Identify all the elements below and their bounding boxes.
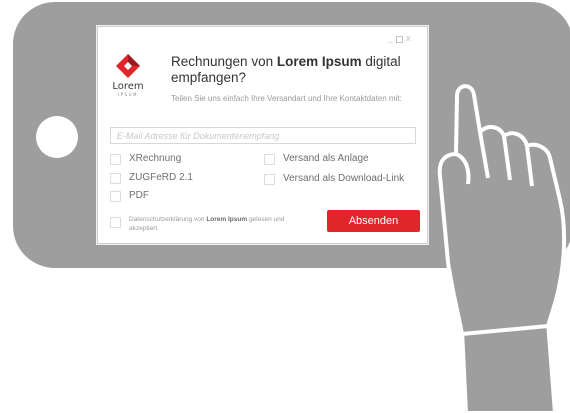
logo-name: Lorem: [112, 81, 144, 92]
brand-logo: Lorem IPSUM: [111, 53, 145, 97]
checkbox-pdf[interactable]: [110, 190, 121, 202]
scene: _ x Lorem IPSUM Rechnungen von Lorem Ips…: [0, 0, 570, 413]
checkbox-privacy[interactable]: [110, 217, 121, 228]
option-versand-anlage[interactable]: Versand als Anlage: [264, 153, 369, 165]
headline-brand: Lorem Ipsum: [276, 54, 362, 69]
checkbox-xrechnung[interactable]: [110, 153, 121, 165]
option-versand-download-link[interactable]: Versand als Download-Link: [264, 173, 404, 185]
privacy-prefix: Datenschutzerklärung von: [129, 216, 207, 223]
logo-subtitle: IPSUM: [117, 92, 138, 97]
option-label: PDF: [129, 190, 149, 201]
intro-text: Teilen Sie uns einfach Ihre Versandart u…: [171, 94, 402, 103]
privacy-consent[interactable]: Datenschutzerklärung von Lorem Ipsum gel…: [110, 216, 289, 233]
logo-diamond-icon: [116, 54, 140, 78]
option-label: Versand als Anlage: [283, 153, 369, 164]
option-label: Versand als Download-Link: [283, 173, 405, 184]
phone-home-button: [36, 116, 78, 158]
sleeve: [460, 320, 557, 413]
option-label: XRechnung: [129, 153, 182, 164]
headline-prefix: Rechnungen von: [171, 54, 277, 69]
checkbox-versand-anlage[interactable]: [264, 153, 275, 165]
privacy-brand: Lorem Ipsum: [206, 216, 248, 223]
maximize-button[interactable]: [395, 36, 403, 43]
signup-dialog: _ x Lorem IPSUM Rechnungen von Lorem Ips…: [97, 26, 428, 244]
minimize-button[interactable]: _: [388, 35, 393, 44]
option-pdf[interactable]: PDF: [110, 190, 149, 202]
email-field[interactable]: [110, 127, 416, 144]
option-zugferd[interactable]: ZUGFeRD 2.1: [110, 172, 193, 184]
checkbox-zugferd[interactable]: [110, 172, 121, 184]
checkbox-versand-download-link[interactable]: [264, 173, 275, 185]
window-controls: _ x: [388, 35, 411, 44]
option-xrechnung[interactable]: XRechnung: [110, 153, 181, 165]
submit-button[interactable]: Absenden: [327, 210, 420, 232]
privacy-text: Datenschutzerklärung von Lorem Ipsum gel…: [129, 216, 289, 233]
option-label: ZUGFeRD 2.1: [129, 172, 193, 183]
close-button[interactable]: x: [406, 35, 411, 44]
dialog-headline: Rechnungen von Lorem Ipsum digital empfa…: [171, 54, 421, 86]
